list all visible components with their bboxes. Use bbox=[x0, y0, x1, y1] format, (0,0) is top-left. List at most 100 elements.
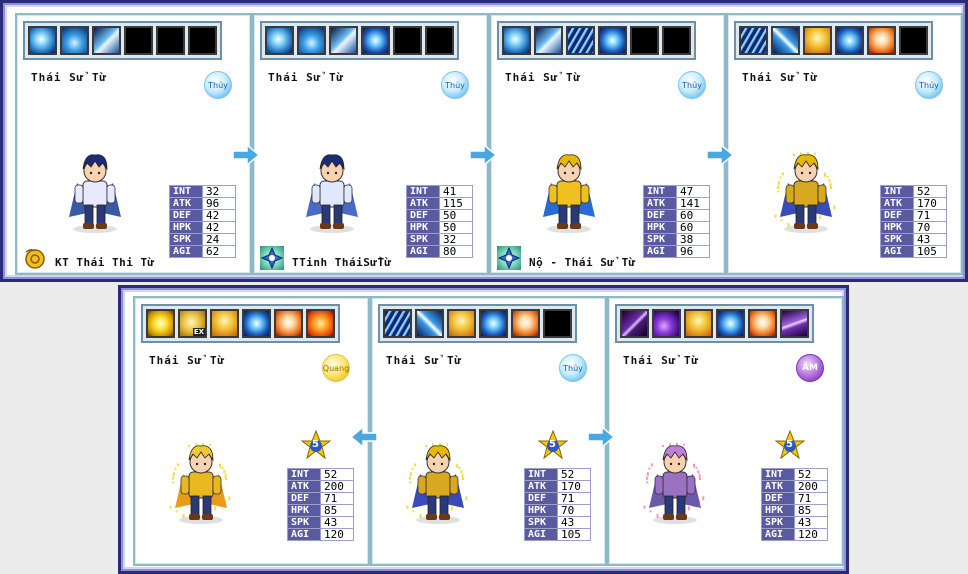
ice-burst-skill-icon[interactable] bbox=[265, 26, 294, 55]
stat-label: INT bbox=[761, 468, 795, 481]
stat-value: 71 bbox=[320, 492, 354, 505]
stat-value: 96 bbox=[676, 245, 710, 258]
character-sprite bbox=[390, 434, 486, 530]
stat-label: DEF bbox=[169, 209, 203, 222]
empty-skill-slot[interactable] bbox=[543, 309, 572, 338]
ice-burst-skill-icon[interactable] bbox=[502, 26, 531, 55]
stat-value: 24 bbox=[202, 233, 236, 246]
golden-warrior-skill-icon[interactable] bbox=[803, 26, 832, 55]
fire-spirit-skill-icon[interactable] bbox=[511, 309, 540, 338]
ice-burst-skill-icon[interactable] bbox=[28, 26, 57, 55]
stat-row: ATK 200 bbox=[287, 480, 354, 493]
whirlpool-skill-icon[interactable] bbox=[598, 26, 627, 55]
stat-row: DEF 50 bbox=[406, 209, 473, 222]
stat-value: 43 bbox=[320, 516, 354, 529]
stat-label: DEF bbox=[643, 209, 677, 222]
stat-row: ATK 200 bbox=[761, 480, 828, 493]
empty-skill-slot[interactable] bbox=[156, 26, 185, 55]
stat-label: INT bbox=[169, 185, 203, 198]
stats-table: INT 41 ATK 115 DEF 50 HPK 50 SPK 32 AGI 80 bbox=[406, 185, 473, 258]
empty-skill-slot[interactable] bbox=[662, 26, 691, 55]
stat-label: HPK bbox=[880, 221, 914, 234]
shadow-wave-skill-icon[interactable] bbox=[652, 309, 681, 338]
stat-value: 32 bbox=[202, 185, 236, 198]
character-name: Thái Sử Từ bbox=[505, 71, 582, 84]
ice-shard-skill-icon[interactable] bbox=[329, 26, 358, 55]
ice-claw-skill-icon[interactable] bbox=[383, 309, 412, 338]
skill-bar bbox=[23, 21, 222, 60]
stat-value: 43 bbox=[794, 516, 828, 529]
golden-palm-ex-skill-icon[interactable]: EX bbox=[178, 309, 207, 338]
stat-label: HPK bbox=[643, 221, 677, 234]
fire-spirit-skill-icon[interactable] bbox=[274, 309, 303, 338]
empty-skill-slot[interactable] bbox=[899, 26, 928, 55]
star-level: 5 bbox=[786, 439, 793, 450]
empty-skill-slot[interactable] bbox=[124, 26, 153, 55]
ice-slash-skill-icon[interactable] bbox=[415, 309, 444, 338]
star-level: 5 bbox=[549, 439, 556, 450]
stat-row: ATK 96 bbox=[169, 197, 236, 210]
devolve-arrow-icon bbox=[350, 426, 378, 448]
ice-slash-skill-icon[interactable] bbox=[771, 26, 800, 55]
stat-row: SPK 43 bbox=[880, 233, 947, 246]
ice-claw-skill-icon[interactable] bbox=[566, 26, 595, 55]
whirlpool-skill-icon[interactable] bbox=[242, 309, 271, 338]
stat-value: 60 bbox=[676, 221, 710, 234]
stat-value: 115 bbox=[439, 197, 473, 210]
stat-value: 70 bbox=[557, 504, 591, 517]
empty-skill-slot[interactable] bbox=[630, 26, 659, 55]
stat-value: 170 bbox=[557, 480, 591, 493]
empty-skill-slot[interactable] bbox=[188, 26, 217, 55]
whirlpool-skill-icon[interactable] bbox=[835, 26, 864, 55]
evolve-arrow-icon bbox=[232, 144, 260, 166]
ice-wave-skill-icon[interactable] bbox=[297, 26, 326, 55]
whirlpool-skill-icon[interactable] bbox=[716, 309, 745, 338]
stat-label: AGI bbox=[643, 245, 677, 258]
stat-value: 47 bbox=[676, 185, 710, 198]
stat-label: AGI bbox=[287, 528, 321, 541]
stat-value: 105 bbox=[913, 245, 947, 258]
character-name: Thái Sử Từ bbox=[742, 71, 819, 84]
stat-value: 170 bbox=[913, 197, 947, 210]
fire-spirit-skill-icon[interactable] bbox=[867, 26, 896, 55]
dark-blade-skill-icon[interactable] bbox=[620, 309, 649, 338]
ice-shard-skill-icon[interactable] bbox=[92, 26, 121, 55]
golden-warrior-skill-icon[interactable] bbox=[684, 309, 713, 338]
stat-value: 50 bbox=[439, 221, 473, 234]
stat-label: ATK bbox=[880, 197, 914, 210]
stat-label: INT bbox=[524, 468, 558, 481]
lightning-skill-icon[interactable] bbox=[146, 309, 175, 338]
top-card-3: Thái Sử Từ Thủy INT 47 ATK 141 DEF 60 HPK 60 SPK 3… bbox=[489, 13, 726, 275]
skill-bar bbox=[734, 21, 933, 60]
element-badge: ÂM bbox=[796, 354, 824, 382]
dark-vortex-skill-icon[interactable] bbox=[780, 309, 809, 338]
flame-strike-skill-icon[interactable] bbox=[306, 309, 335, 338]
stat-row: SPK 43 bbox=[287, 516, 354, 529]
character-sprite bbox=[47, 143, 143, 239]
stat-row: HPK 85 bbox=[761, 504, 828, 517]
star-rank-icon: 5 bbox=[300, 429, 332, 460]
golden-warrior-skill-icon[interactable] bbox=[447, 309, 476, 338]
stat-label: DEF bbox=[761, 492, 795, 505]
empty-skill-slot[interactable] bbox=[393, 26, 422, 55]
stat-row: INT 32 bbox=[169, 185, 236, 198]
ice-claw-skill-icon[interactable] bbox=[739, 26, 768, 55]
ice-shard-skill-icon[interactable] bbox=[534, 26, 563, 55]
form-caption: Nộ - Thái Sử Từ bbox=[529, 256, 636, 269]
bottom-card-1: EX Thái Sử Từ Quang 5 INT 52 ATK 200 DEF 71 HPK 85… bbox=[133, 296, 370, 566]
stats-table: INT 47 ATK 141 DEF 60 HPK 60 SPK 38 AGI 96 bbox=[643, 185, 710, 258]
stat-label: INT bbox=[287, 468, 321, 481]
stat-label: HPK bbox=[524, 504, 558, 517]
whirlpool-skill-icon[interactable] bbox=[479, 309, 508, 338]
element-badge: Thủy bbox=[678, 71, 706, 99]
empty-skill-slot[interactable] bbox=[425, 26, 454, 55]
stat-label: SPK bbox=[643, 233, 677, 246]
stat-row: HPK 60 bbox=[643, 221, 710, 234]
fire-spirit-skill-icon[interactable] bbox=[748, 309, 777, 338]
character-name: Thái Sử Từ bbox=[268, 71, 345, 84]
golden-warrior-skill-icon[interactable] bbox=[210, 309, 239, 338]
ice-wave-skill-icon[interactable] bbox=[60, 26, 89, 55]
character-sprite bbox=[284, 143, 380, 239]
stat-row: INT 52 bbox=[524, 468, 591, 481]
whirlpool-skill-icon[interactable] bbox=[361, 26, 390, 55]
